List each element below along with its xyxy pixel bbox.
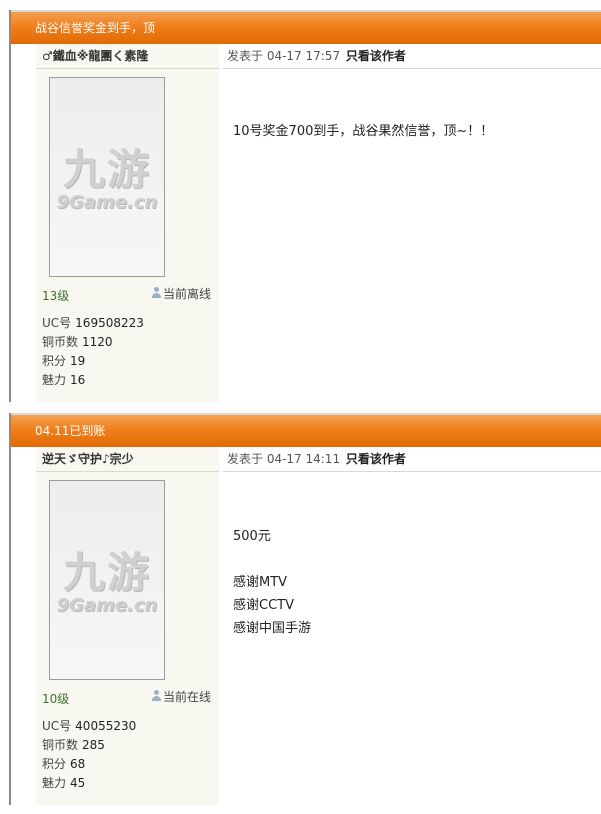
forum-post: 04.11已到账 逆天ゞ守护♪宗少 九游 9Game.cn 10级 当前在线 U… xyxy=(9,413,601,805)
stat-value: 1120 xyxy=(82,335,113,349)
stat-row: UC号 169508223 xyxy=(42,314,144,333)
only-author-link[interactable]: 只看该作者 xyxy=(346,49,406,63)
stat-label: 积分 xyxy=(42,354,67,368)
post-title-bar: 04.11已到账 xyxy=(11,415,601,447)
stat-row: 魅力 16 xyxy=(42,371,144,390)
message-line: 感谢中国手游 xyxy=(233,621,312,636)
person-icon xyxy=(151,287,162,299)
stat-value: 16 xyxy=(70,373,86,387)
stat-value: 40055230 xyxy=(75,719,137,733)
post-meta: 发表于 04-17 17:57 只看该作者 xyxy=(223,44,601,69)
stat-row: 铜币数 285 xyxy=(42,736,136,755)
stat-row: UC号 40055230 xyxy=(42,717,136,736)
stat-row: 铜币数 1120 xyxy=(42,333,144,352)
message-line: 感谢MTV xyxy=(233,575,288,590)
stat-value: 285 xyxy=(82,738,105,752)
avatar-logo-text: 九游 xyxy=(62,548,151,597)
stat-row: 积分 68 xyxy=(42,755,136,774)
post-time: 发表于 04-17 17:57 xyxy=(227,49,341,63)
stat-label: UC号 xyxy=(42,719,72,733)
stat-row: 积分 19 xyxy=(42,352,144,371)
only-author-link[interactable]: 只看该作者 xyxy=(346,452,406,466)
post-content: 发表于 04-17 14:11 只看该作者 500元 感谢MTV 感谢CCTV … xyxy=(223,447,601,805)
online-status-label: 当前在线 xyxy=(162,690,211,704)
stat-value: 169508223 xyxy=(75,316,144,330)
post-message: 10号奖金700到手，战谷果然信誉，顶~！！ xyxy=(233,120,493,143)
user-stats: UC号 169508223 铜币数 1120 积分 19 魅力 16 xyxy=(42,314,144,390)
user-stats: UC号 40055230 铜币数 285 积分 68 魅力 45 xyxy=(42,717,136,793)
post-title-bar: 战谷信誉奖金到手，顶 xyxy=(11,12,601,44)
avatar-logo-text: 九游 xyxy=(62,145,151,194)
author-name[interactable]: ♂鐵血※龍團く素隆 xyxy=(36,44,219,69)
message-line: 10号奖金700到手，战谷果然信誉，顶~！！ xyxy=(233,124,494,139)
user-level: 10级 xyxy=(42,692,70,706)
avatar-logo-subtext: 9Game.cn xyxy=(56,192,158,213)
author-name[interactable]: 逆天ゞ守护♪宗少 xyxy=(36,447,219,472)
avatar[interactable]: 九游 9Game.cn xyxy=(49,480,165,680)
post-message: 500元 感谢MTV 感谢CCTV 感谢中国手游 xyxy=(233,525,311,640)
avatar[interactable]: 九游 9Game.cn xyxy=(49,77,165,277)
message-line: 500元 xyxy=(233,529,271,544)
post-title[interactable]: 04.11已到账 xyxy=(35,424,105,438)
stat-label: 积分 xyxy=(42,757,67,771)
person-icon xyxy=(151,690,162,702)
post-time: 发表于 04-17 14:11 xyxy=(227,452,341,466)
avatar-logo-subtext: 9Game.cn xyxy=(56,595,158,616)
user-level: 13级 xyxy=(42,289,70,303)
stat-value: 19 xyxy=(70,354,86,368)
post-meta: 发表于 04-17 14:11 只看该作者 xyxy=(223,447,601,472)
stat-label: 铜币数 xyxy=(42,738,79,752)
post-content: 发表于 04-17 17:57 只看该作者 10号奖金700到手，战谷果然信誉，… xyxy=(223,44,601,402)
author-sidebar: 逆天ゞ守护♪宗少 九游 9Game.cn 10级 当前在线 UC号 4005523… xyxy=(36,447,219,805)
stat-value: 45 xyxy=(70,776,86,790)
stat-label: UC号 xyxy=(42,316,72,330)
online-status-label: 当前离线 xyxy=(162,287,211,301)
message-line: 感谢CCTV xyxy=(233,598,294,613)
stat-label: 魅力 xyxy=(42,776,67,790)
post-title[interactable]: 战谷信誉奖金到手，顶 xyxy=(35,21,155,35)
forum-post: 战谷信誉奖金到手，顶 ♂鐵血※龍團く素隆 九游 9Game.cn 13级 当前离… xyxy=(9,10,601,402)
stat-value: 68 xyxy=(70,757,86,771)
stat-row: 魅力 45 xyxy=(42,774,136,793)
online-status: 当前在线 xyxy=(151,688,211,705)
author-sidebar: ♂鐵血※龍團く素隆 九游 9Game.cn 13级 当前离线 UC号 169508… xyxy=(36,44,219,402)
stat-label: 铜币数 xyxy=(42,335,79,349)
online-status: 当前离线 xyxy=(151,285,211,302)
stat-label: 魅力 xyxy=(42,373,67,387)
